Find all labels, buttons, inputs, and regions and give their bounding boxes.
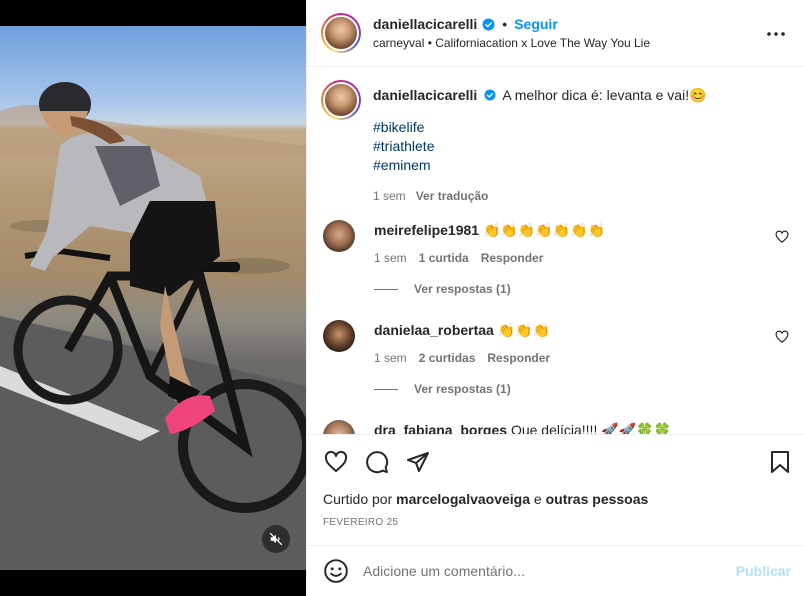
separator-dot: • bbox=[502, 16, 508, 32]
likes-prefix: Curtido por bbox=[323, 491, 393, 507]
verified-badge-icon bbox=[484, 89, 496, 101]
hashtag-link[interactable]: #eminem bbox=[373, 156, 791, 175]
comment-text: 👏👏👏👏👏👏👏 bbox=[482, 222, 605, 238]
like-comment-heart-icon[interactable] bbox=[775, 330, 789, 344]
caption-username[interactable]: daniellacicarelli bbox=[373, 87, 477, 103]
comment-input[interactable] bbox=[363, 563, 723, 579]
comment-likes-count[interactable]: 2 curtidas bbox=[419, 351, 476, 365]
follow-button[interactable]: Seguir bbox=[514, 16, 558, 32]
bookmark-icon bbox=[771, 451, 789, 473]
add-comment-bar: Publicar bbox=[307, 546, 804, 596]
share-icon bbox=[407, 452, 429, 472]
commenter-username[interactable]: dra_fabiana_borges bbox=[374, 422, 507, 434]
post-date: FEVEREIRO 25 bbox=[323, 517, 399, 528]
share-button[interactable] bbox=[405, 449, 431, 475]
liker-username[interactable]: marcelogalvaoveiga bbox=[396, 491, 530, 507]
hashtag-list: #bikelife #triathlete #eminem bbox=[373, 118, 791, 175]
comment-button[interactable] bbox=[364, 449, 390, 475]
likes-summary[interactable]: Curtido por marcelogalvaoveiga e outras … bbox=[323, 491, 648, 507]
verified-badge-icon bbox=[482, 18, 495, 30]
reply-button[interactable]: Responder bbox=[481, 251, 544, 265]
comment-item: dra_fabiana_borges Que delícia!!!! 🚀🚀🍀🍀 bbox=[323, 420, 789, 434]
author-avatar[interactable] bbox=[321, 13, 361, 53]
more-options-icon bbox=[767, 32, 785, 36]
comment-time: 1 sem bbox=[374, 251, 407, 265]
see-translation-button[interactable]: Ver tradução bbox=[416, 187, 489, 205]
view-replies-label: Ver respostas (1) bbox=[414, 382, 511, 396]
comment-text: 👏👏👏 bbox=[497, 322, 551, 338]
hashtag-link[interactable]: #triathlete bbox=[373, 137, 791, 156]
comment-likes-count[interactable]: 1 curtida bbox=[419, 251, 469, 265]
comment-time: 1 sem bbox=[374, 351, 407, 365]
commenter-username[interactable]: meirefelipe1981 bbox=[374, 222, 479, 238]
likes-others[interactable]: outras pessoas bbox=[546, 491, 649, 507]
author-username[interactable]: daniellacicarelli bbox=[373, 16, 477, 32]
comment-text: Que delícia!!!! 🚀🚀🍀🍀 bbox=[510, 422, 671, 434]
more-options-button[interactable] bbox=[766, 24, 786, 44]
cyclist-scene bbox=[0, 82, 306, 570]
heart-icon bbox=[324, 450, 348, 472]
emoji-icon[interactable] bbox=[323, 558, 349, 584]
save-button[interactable] bbox=[767, 449, 793, 475]
like-button[interactable] bbox=[323, 449, 349, 475]
comment-item: meirefelipe1981 👏👏👏👏👏👏👏 1 sem 1 curtida … bbox=[323, 220, 789, 296]
publish-button[interactable]: Publicar bbox=[736, 563, 791, 579]
comment-icon bbox=[366, 451, 389, 474]
post-caption: daniellacicarelli A melhor dica é: levan… bbox=[321, 80, 791, 205]
like-comment-heart-icon[interactable] bbox=[775, 230, 789, 244]
muted-speaker-icon bbox=[269, 532, 283, 546]
commenter-avatar[interactable] bbox=[323, 320, 355, 352]
post-header: daniellacicarelli • Seguir carneyval • C… bbox=[307, 0, 804, 67]
view-replies-button[interactable]: Ver respostas (1) bbox=[374, 282, 511, 296]
comment-item: danielaa_robertaa 👏👏👏 1 sem 2 curtidas R… bbox=[323, 320, 789, 396]
post-media[interactable] bbox=[0, 0, 306, 596]
caption-text: A melhor dica é: levanta e vai!😊 bbox=[502, 87, 707, 103]
reply-button[interactable]: Responder bbox=[487, 351, 550, 365]
post-actions-bar: Curtido por marcelogalvaoveiga e outras … bbox=[307, 434, 804, 546]
view-replies-label: Ver respostas (1) bbox=[414, 282, 511, 296]
commenter-username[interactable]: danielaa_robertaa bbox=[374, 322, 494, 338]
caption-time: 1 sem bbox=[373, 189, 406, 203]
mute-toggle-button[interactable] bbox=[262, 525, 290, 553]
commenter-avatar[interactable] bbox=[323, 220, 355, 252]
commenter-avatar[interactable] bbox=[323, 420, 355, 434]
audio-credit[interactable]: carneyval • Californiacation x Love The … bbox=[373, 36, 650, 50]
post-panel: daniellacicarelli • Seguir carneyval • C… bbox=[306, 0, 804, 596]
comments-section[interactable]: daniellacicarelli A melhor dica é: levan… bbox=[307, 68, 804, 434]
hashtag-link[interactable]: #bikelife bbox=[373, 118, 791, 137]
view-replies-button[interactable]: Ver respostas (1) bbox=[374, 382, 511, 396]
caption-author-avatar[interactable] bbox=[321, 80, 361, 120]
likes-connector: e bbox=[533, 491, 542, 507]
video-frame[interactable] bbox=[0, 26, 306, 570]
